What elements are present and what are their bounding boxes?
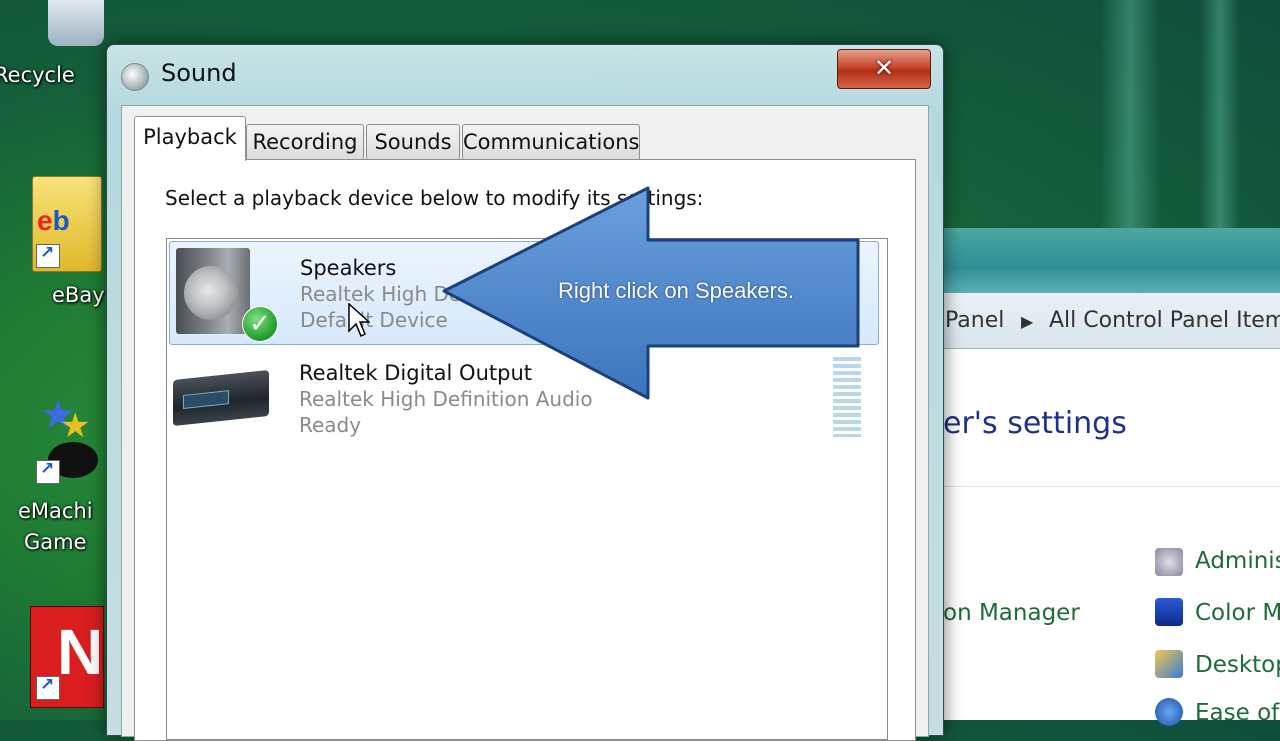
shortcut-arrow-icon [36,675,60,700]
divider [941,486,1280,487]
device-name: Speakers [300,256,397,280]
link-credential-manager[interactable]: on Manager [943,600,1080,626]
control-panel-titlebar [941,228,1280,293]
mouse-cursor-icon [348,303,370,338]
wallpaper-streak [1200,0,1240,230]
ease-of-access-icon [1155,698,1183,726]
speaker-cone [184,266,238,320]
tab-recording[interactable]: Recording [246,124,364,159]
desktop-icon-label: eMachi Game [18,499,93,554]
breadcrumb-item[interactable]: All Control Panel Item [1049,308,1280,333]
tab-communications[interactable]: Communications [462,124,640,159]
callout-text: Right click on Speakers. [558,278,794,303]
tab-sounds[interactable]: Sounds [366,124,460,159]
breadcrumb-chevron-icon: ▶ [1021,312,1034,331]
wallpaper-streak [1100,0,1160,230]
shortcut-arrow-icon [36,243,60,268]
speaker-icon [176,248,250,334]
tab-playback[interactable]: Playback [134,116,246,161]
receiver-display [183,390,229,409]
link-ease-of-access[interactable]: Ease of [1195,700,1279,726]
desktop-icon-label: eBay [52,283,105,307]
shortcut-arrow-icon [36,459,60,484]
breadcrumb-item[interactable]: Panel [945,308,1004,333]
administrative-tools-icon [1155,548,1183,576]
desktop-gadgets-icon [1155,650,1183,678]
close-button[interactable]: ✕ [837,49,931,89]
device-status: Ready [299,413,362,437]
color-management-icon [1155,598,1183,626]
digital-output-icon [173,369,269,427]
device-status: Default Device [300,308,448,332]
control-panel-window[interactable]: Panel ▶ All Control Panel Item er's sett… [940,228,1280,726]
desktop-icon-label: Recycle [0,63,75,87]
link-administrative-tools[interactable]: Adminis [1195,548,1280,574]
link-color-management[interactable]: Color M [1195,600,1280,626]
callout-arrow: Right click on Speakers. [440,186,870,404]
default-device-check-icon: ✓ [242,306,278,342]
page-title: er's settings [943,406,1127,441]
sound-title-icon [121,63,149,91]
recycle-bin-icon [48,0,104,46]
link-desktop-gadgets[interactable]: Desktop [1195,652,1280,678]
dialog-title: Sound [161,59,237,87]
